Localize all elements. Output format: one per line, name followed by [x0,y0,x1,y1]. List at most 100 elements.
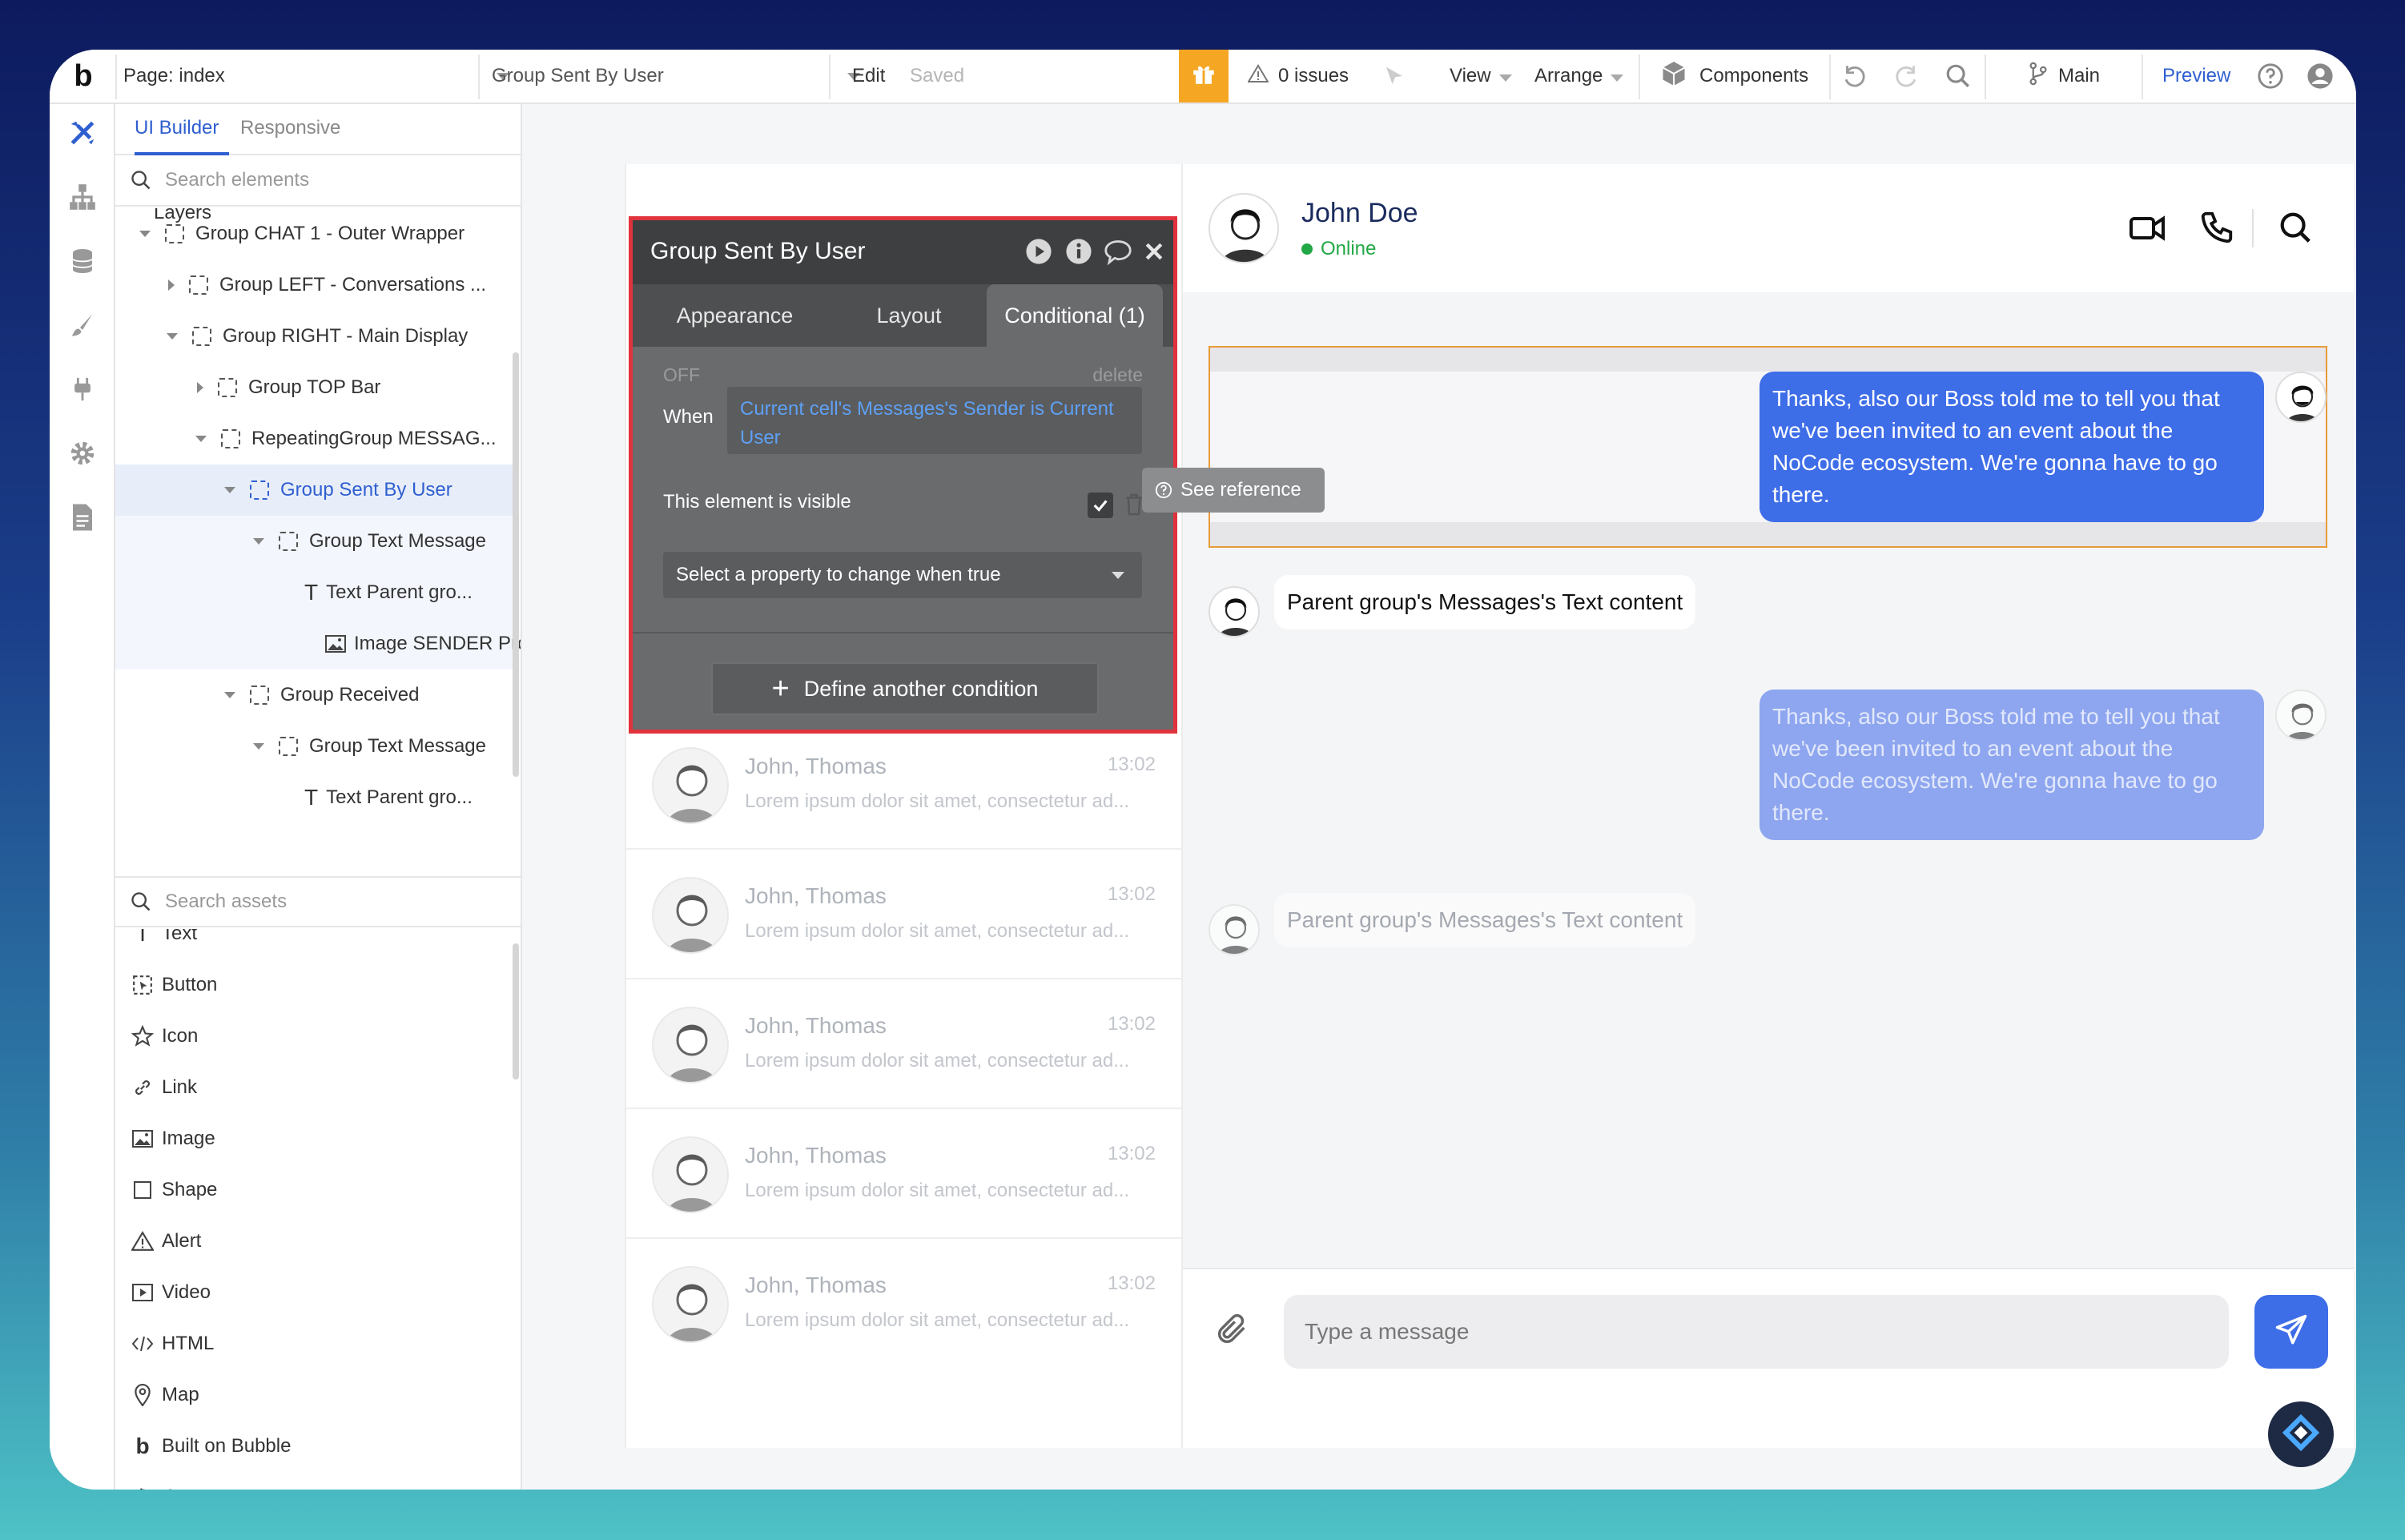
layers-scrollbar[interactable] [513,352,519,777]
visible-checkbox[interactable] [1088,493,1113,518]
asset-text[interactable]: T Text [130,929,197,958]
asset-shape[interactable]: Shape [130,1166,217,1214]
asset-html[interactable]: HTML [130,1320,214,1368]
layer-item[interactable]: Group CHAT 1 - Outer Wrapper [115,208,516,259]
collapse-icon[interactable] [224,692,235,698]
layer-item[interactable]: RepeatingGroup MESSAG... [115,413,516,464]
condition-expression[interactable]: Current cell's Messages's Sender is Curr… [727,387,1142,454]
floating-assistant-button[interactable] [2268,1401,2334,1467]
property-select[interactable]: Select a property to change when true [663,552,1142,598]
conversation-time: 13:02 [1107,1143,1156,1164]
asset-image[interactable]: Image [130,1115,215,1163]
branch-selector[interactable]: Main [2028,50,2100,103]
see-reference-tooltip[interactable]: See reference [1142,468,1325,513]
styles-icon[interactable] [66,309,99,341]
tab-conditional[interactable]: Conditional (1) [987,284,1163,347]
undo-icon[interactable] [1840,50,1868,103]
collapse-icon[interactable] [167,333,178,340]
data-icon[interactable] [66,245,99,277]
settings-icon[interactable] [66,437,99,469]
search-icon[interactable] [1945,50,1972,103]
logs-icon[interactable] [66,501,99,533]
close-icon[interactable] [1142,238,1166,271]
layer-item[interactable]: Group TOP Bar [115,362,516,413]
layer-item[interactable]: Group LEFT - Conversations ... [115,259,516,311]
element-tree-icon[interactable] [66,181,99,213]
edit-menu[interactable]: Edit [852,50,885,103]
plugins-icon[interactable] [66,373,99,405]
phone-icon[interactable] [2198,209,2235,250]
layer-item[interactable]: Group Text Message [115,721,516,772]
search-assets[interactable]: Search assets [115,876,521,927]
conversation-item[interactable]: John, Thomas 13:02 Lorem ipsum dolor sit… [626,979,1181,1109]
tab-responsive[interactable]: Responsive [240,117,340,139]
assets-scrollbar[interactable] [513,943,519,1080]
inspect-cursor-icon[interactable] [1382,50,1406,103]
text-icon: T [304,580,319,605]
condition-delete-link[interactable]: delete [1092,364,1143,386]
comment-icon[interactable] [1104,238,1132,271]
info-icon[interactable] [1065,238,1092,271]
layer-item[interactable]: Group Received [115,669,516,721]
page-selector[interactable]: Page: index [123,50,516,103]
sent-message-bubble[interactable]: Thanks, also our Boss told me to tell yo… [1760,690,2264,840]
gift-button[interactable] [1179,50,1229,103]
collapse-icon[interactable] [139,231,151,237]
asset-map[interactable]: Map [130,1371,199,1419]
view-menu[interactable]: View [1450,50,1512,103]
conversation-item[interactable]: John, Thomas 13:02 Lorem ipsum dolor sit… [626,1109,1181,1239]
bubble-logo[interactable]: b [67,50,99,103]
send-button[interactable] [2254,1295,2328,1369]
video-call-icon[interactable] [2128,209,2166,251]
preview-button[interactable]: Preview [2162,50,2230,103]
collapse-icon[interactable] [253,743,264,750]
tab-appearance[interactable]: Appearance [633,284,837,347]
layer-item[interactable]: Image SENDER Pro... [115,618,521,669]
collapse-icon[interactable] [224,487,235,493]
search-icon[interactable] [2277,209,2314,250]
layer-item[interactable]: T Text Parent gro... [115,772,516,823]
element-selector-label: Group Sent By User [492,65,664,86]
conversation-item[interactable]: John, Thomas 13:02 Lorem ipsum dolor sit… [626,850,1181,979]
asset-alert[interactable]: Alert [130,1217,201,1265]
define-condition-button[interactable]: + Define another condition [711,662,1099,715]
conversation-item[interactable]: John, Thomas 13:02 Lorem ipsum dolor sit… [626,1239,1181,1369]
asset-detect[interactable]: detect [130,1474,214,1490]
search-elements[interactable]: Search elements [115,155,521,207]
asset-button[interactable]: Button [130,961,217,1009]
expand-icon[interactable] [168,279,175,291]
asset-icon[interactable]: Icon [130,1012,198,1060]
tab-ui-builder[interactable]: UI Builder [135,117,219,139]
received-message-bubble[interactable]: Parent group's Messages's Text content [1274,575,1696,629]
asset-video[interactable]: Video [130,1269,211,1317]
attachment-icon[interactable] [1213,1311,1250,1352]
warning-icon [1247,63,1269,89]
trash-icon[interactable] [1124,493,1144,521]
collapse-icon[interactable] [253,538,264,545]
layer-item[interactable]: T Text Parent gro... [115,567,516,618]
layer-item-selected[interactable]: Group Sent By User [115,464,516,516]
account-icon[interactable] [2306,50,2334,103]
layer-item[interactable]: Group RIGHT - Main Display [115,311,516,362]
asset-built-on-bubble[interactable]: b Built on Bubble [130,1422,291,1470]
message-input[interactable]: Type a message [1284,1295,2229,1369]
play-icon[interactable] [1025,238,1052,271]
layer-item[interactable]: Group Text Message [115,516,516,567]
redo-icon[interactable] [1893,50,1920,103]
tab-layout[interactable]: Layout [837,284,981,347]
search-elements-input[interactable]: Search elements [165,169,309,191]
element-selector[interactable]: Group Sent By User [492,50,870,103]
conversation-item[interactable]: John, Thomas 13:02 Lorem ipsum dolor sit… [626,720,1181,850]
collapse-icon[interactable] [195,436,207,442]
search-assets-input[interactable]: Search assets [165,891,287,913]
asset-link[interactable]: Link [130,1064,197,1112]
sent-message-bubble[interactable]: Thanks, also our Boss told me to tell yo… [1760,372,2264,522]
received-message-bubble[interactable]: Parent group's Messages's Text content [1274,893,1696,947]
help-icon[interactable] [2257,50,2284,103]
expand-icon[interactable] [197,382,203,393]
components-button[interactable]: Components [1659,50,1808,103]
condition-off-label[interactable]: OFF [663,364,700,386]
arrange-menu[interactable]: Arrange [1534,50,1624,103]
issues-indicator[interactable]: 0 issues [1247,50,1349,103]
design-icon[interactable] [66,117,99,149]
